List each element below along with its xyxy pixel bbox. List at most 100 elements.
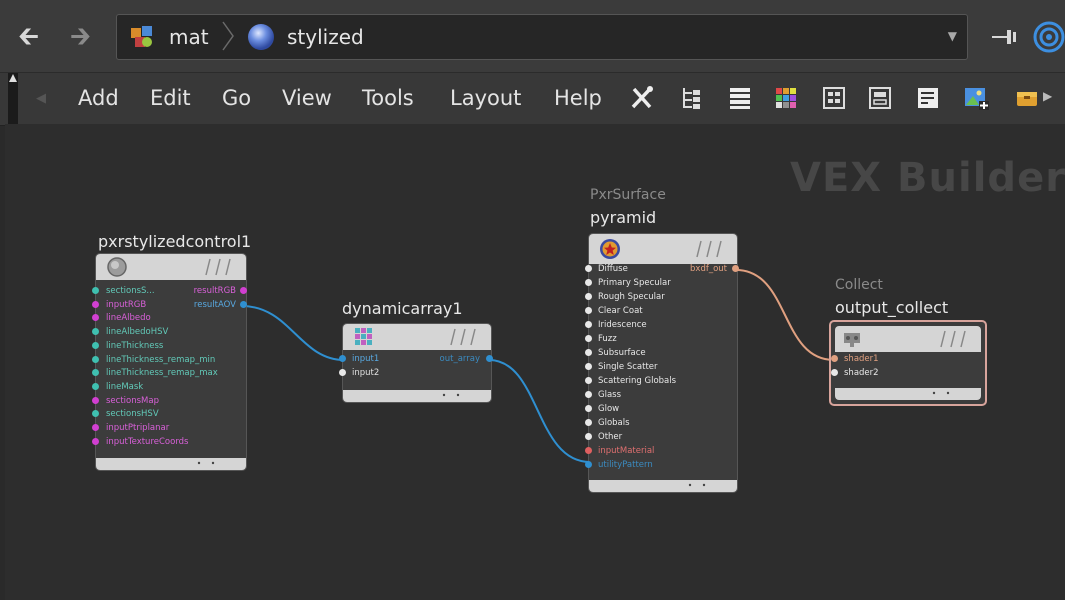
control-input-port: lineAlbedo [106, 313, 151, 324]
link-target-icon[interactable] [1032, 20, 1065, 54]
collect-input-port: shader1 [844, 354, 879, 364]
material-network-icon [129, 24, 155, 50]
node-footer [835, 388, 981, 400]
port-connector[interactable] [92, 341, 99, 349]
node-footer [589, 480, 737, 492]
control-input-port: lineThickness_remap_max [106, 368, 218, 379]
array-node-icon [355, 328, 372, 345]
control-input-port: lineThickness [106, 340, 164, 351]
scroll-left-icon[interactable]: ◀ [36, 91, 46, 106]
port-connector[interactable] [585, 279, 592, 286]
node-footer [96, 458, 246, 470]
node-label-collect: output_collect [835, 298, 949, 317]
node-type-pyramid: PxrSurface [590, 187, 666, 203]
node-footer-dots-icon [932, 391, 950, 395]
port-connector[interactable] [240, 287, 247, 294]
control-output-port: resultRGB [193, 286, 236, 296]
toolbar-grip[interactable] [8, 73, 18, 125]
pyramid-input-port: Primary Specular [598, 278, 671, 288]
port-connector[interactable] [585, 349, 592, 356]
port-connector[interactable] [585, 363, 592, 370]
port-connector[interactable] [585, 293, 592, 300]
menu-tools[interactable]: Tools [362, 84, 414, 112]
control-input-port: lineMask [106, 381, 144, 392]
port-connector[interactable] [585, 391, 592, 398]
breadcrumb-mat[interactable]: mat [169, 15, 209, 59]
pyramid-input-port: Glass [598, 390, 622, 400]
port-connector[interactable] [585, 461, 592, 468]
pyramid-input-port: Glow [598, 404, 620, 414]
port-connector[interactable] [92, 355, 99, 363]
menu-help[interactable]: Help [554, 84, 602, 112]
pyramid-input-port: Clear Coat [598, 306, 643, 316]
network-path-field[interactable]: mat stylized ▼ [116, 14, 968, 60]
port-connector[interactable] [585, 307, 592, 314]
array-input-port: input2 [352, 368, 380, 378]
more-tools-arrow-icon[interactable]: ▶ [1043, 89, 1052, 103]
list-view-icon[interactable] [728, 85, 752, 111]
port-connector[interactable] [732, 265, 739, 272]
pyramid-input-port: inputMaterial [598, 446, 655, 456]
port-connector[interactable] [486, 355, 493, 362]
pin-icon[interactable] [990, 26, 1020, 48]
control-input-port: inputPtriplanar [106, 423, 170, 433]
array-input-port: input1 [352, 354, 380, 364]
node-type-collect: Collect [835, 277, 883, 293]
node-header[interactable] [835, 326, 981, 352]
pyramid-input-port: Scattering Globals [598, 376, 677, 386]
path-dropdown-icon[interactable]: ▼ [948, 29, 957, 43]
collect-node-icon [844, 333, 860, 347]
color-palette-icon[interactable] [774, 85, 798, 111]
node-flags-icon [696, 240, 722, 258]
port-connector[interactable] [339, 369, 346, 376]
port-connector[interactable] [92, 437, 99, 445]
breadcrumb-separator-icon [222, 21, 234, 51]
menu-add[interactable]: Add [78, 84, 119, 112]
node-box-icon[interactable] [868, 85, 892, 111]
sticky-note-icon[interactable] [916, 85, 940, 111]
port-connector[interactable] [585, 321, 592, 328]
control-input-port: inputRGB [106, 299, 147, 310]
grid-view-icon[interactable] [822, 85, 846, 111]
port-connector[interactable] [585, 447, 592, 454]
port-connector[interactable] [92, 287, 99, 294]
tree-view-icon[interactable] [680, 85, 704, 111]
menu-edit[interactable]: Edit [150, 84, 191, 112]
pxrsurface-node-icon [600, 239, 620, 259]
port-connector[interactable] [585, 265, 592, 272]
breadcrumb-stylized[interactable]: stylized [287, 15, 364, 59]
pyramid-input-port: utilityPattern [598, 460, 653, 470]
background-image-icon[interactable] [964, 85, 989, 111]
pyramid-input-port: Diffuse [598, 264, 628, 274]
node-flags-icon [940, 330, 966, 348]
port-connector[interactable] [831, 355, 838, 362]
pyramid-input-port: Single Scatter [598, 362, 658, 372]
node-flags-icon [450, 328, 476, 346]
port-connector[interactable] [585, 419, 592, 426]
menu-go[interactable]: Go [222, 84, 251, 112]
tools-wrench-icon[interactable] [630, 85, 654, 111]
port-connector[interactable] [585, 377, 592, 384]
path-bar: 🡰 🡲 mat stylized ▼ [0, 0, 1065, 72]
port-connector[interactable] [339, 355, 346, 362]
node-label-control: pxrstylizedcontrol1 [98, 232, 252, 251]
node-header[interactable] [589, 234, 737, 264]
forward-arrow-icon[interactable]: 🡲 [70, 24, 91, 50]
port-connector[interactable] [585, 335, 592, 342]
port-connector[interactable] [92, 424, 99, 431]
port-connector[interactable] [585, 405, 592, 412]
menu-layout[interactable]: Layout [450, 84, 521, 112]
port-connector[interactable] [585, 433, 592, 440]
port-connector[interactable] [92, 300, 99, 308]
port-connector[interactable] [831, 369, 838, 376]
back-arrow-icon[interactable]: 🡰 [18, 24, 39, 50]
node-header[interactable] [96, 254, 246, 280]
port-connector[interactable] [92, 382, 99, 390]
asset-box-icon[interactable] [1014, 85, 1038, 111]
node-footer-dots-icon [442, 393, 460, 397]
menu-view[interactable]: View [282, 84, 332, 112]
port-connector[interactable] [92, 396, 99, 404]
pyramid-output-port: bxdf_out [690, 264, 727, 274]
node-header[interactable] [343, 324, 491, 350]
port-connector[interactable] [240, 301, 247, 308]
